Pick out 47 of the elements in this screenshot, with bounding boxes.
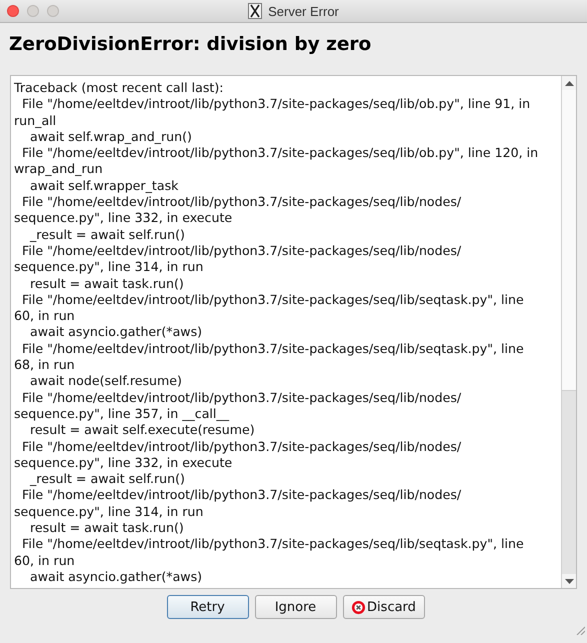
scrollbar[interactable]	[561, 76, 576, 588]
traceback-line: File "/home/eeltdev/introot/lib/python3.7/site-packages/seq/lib/nodes/	[21, 487, 462, 504]
traceback-line: sequence.py", line 314, in run	[14, 504, 204, 520]
traceback-line: await asyncio.gather(*aws)	[29, 568, 202, 586]
dialog-button[interactable]: Ignore	[254, 595, 336, 619]
traceback-line: await asyncio.gather(*aws)	[29, 324, 202, 341]
maximize-icon[interactable]	[47, 5, 59, 17]
traceback-line: File "/home/eeltdev/introot/lib/python3.7/site-packages/seq/lib/ob.py", line 91, in	[21, 96, 530, 113]
dialog-button[interactable]: Retry	[166, 595, 248, 619]
app-icon	[248, 3, 262, 19]
close-icon[interactable]	[7, 5, 19, 17]
traceback-line: File "/home/eeltdev/introot/lib/python3.7/site-packages/seq/lib/nodes/	[21, 242, 462, 260]
traceback-line: result = await task.run()	[29, 520, 184, 536]
traceback-line: File "/home/eeltdev/introot/lib/python3.7/site-packages/seq/lib/ob.py", line 120, in	[21, 145, 538, 162]
traceback-line: sequence.py", line 314, in run	[14, 259, 204, 276]
traceback-line: wrap_and_run	[14, 161, 103, 178]
traceback-line: 60, in run	[14, 308, 75, 324]
traceback-line: result = await self.execute(resume)	[29, 422, 255, 439]
scroll-up-icon[interactable]	[562, 76, 576, 90]
traceback-line: result = await task.run()	[29, 276, 184, 292]
scroll-down-icon[interactable]	[562, 574, 576, 588]
traceback-line: await node(self.resume)	[29, 373, 182, 390]
traceback-line: _result = await self.run()	[28, 471, 185, 488]
traceback-line: 68, in run	[14, 357, 75, 374]
traceback-line: Traceback (most recent call last):	[14, 80, 224, 96]
traceback-text-area[interactable]	[10, 75, 577, 589]
close-icon	[351, 600, 366, 614]
window-title: Server Error	[268, 4, 339, 18]
traceback-line: File "/home/eeltdev/introot/lib/python3.7/site-packages/seq/lib/seqtask.py", line	[21, 340, 524, 358]
traceback-line: File "/home/eeltdev/introot/lib/python3.7/site-packages/seq/lib/nodes/	[21, 390, 462, 406]
traceback-line: await self.wrap_and_run()	[29, 128, 192, 146]
traceback-line: File "/home/eeltdev/introot/lib/python3.7/site-packages/seq/lib/seqtask.py", line	[21, 536, 524, 553]
traceback-line: File "/home/eeltdev/introot/lib/python3.7/site-packages/seq/lib/nodes/	[21, 438, 462, 455]
resize-grip-icon[interactable]	[575, 625, 585, 635]
traceback-line: _result = await self.run()	[28, 226, 185, 243]
traceback-line: await self.wrapper_task	[29, 178, 178, 194]
traceback-line: run_all	[14, 112, 56, 129]
discard-button[interactable]: Discard	[342, 595, 424, 619]
traceback-line: sequence.py", line 332, in execute	[14, 210, 232, 227]
traceback-line: sequence.py", line 332, in execute	[14, 454, 232, 472]
scroll-thumb[interactable]	[562, 90, 576, 391]
traceback-line: File "/home/eeltdev/introot/lib/python3.7/site-packages/seq/lib/seqtask.py", line	[21, 292, 524, 308]
minimize-icon[interactable]	[27, 5, 39, 17]
traceback-line: sequence.py", line 357, in __call__	[14, 406, 230, 422]
error-heading: ZeroDivisionError: division by zero	[9, 34, 372, 55]
traceback-line: 60, in run	[14, 552, 75, 569]
traceback-line: File "/home/eeltdev/introot/lib/python3.7/site-packages/seq/lib/nodes/	[21, 194, 462, 210]
